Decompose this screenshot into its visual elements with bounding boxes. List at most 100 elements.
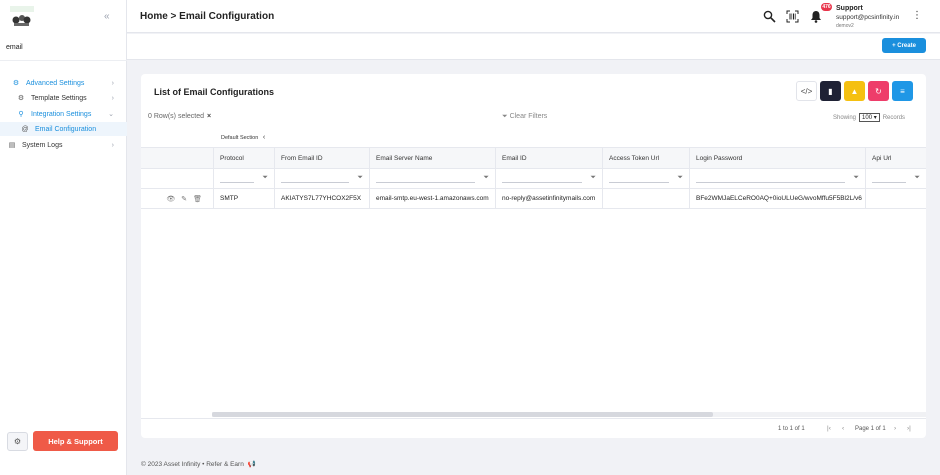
column-filter[interactable]: ⏷	[496, 169, 602, 189]
collapse-sidebar-icon[interactable]: «	[104, 11, 110, 22]
action-bar: + Create	[127, 34, 940, 60]
filter-icon[interactable]: ⏷	[590, 174, 596, 182]
column-filter[interactable]: ⏷	[370, 169, 495, 189]
table-cell	[866, 189, 926, 209]
breadcrumb: Home > Email Configuration	[140, 11, 275, 22]
alert-button[interactable]: ▲	[844, 81, 865, 101]
sidebar-item-system-logs[interactable]: ▤ System Logs ›	[0, 138, 127, 152]
edit-icon[interactable]: ✎	[181, 195, 187, 208]
actions-header	[141, 147, 213, 169]
rows-selected-text: 0 Row(s) selected	[148, 113, 205, 120]
records-label: Records	[882, 114, 906, 121]
column-settings-button[interactable]: ≡	[892, 81, 913, 101]
chevron-right-icon: ›	[111, 141, 114, 149]
copyright-text: © 2023 Asset Infinity • Refer & Earn	[141, 461, 244, 468]
pagination-bar: 1 to 1 of 1 |‹ ‹ Page 1 of 1 › ›|	[141, 418, 926, 438]
sidebar-item-label: Template Settings	[31, 94, 87, 102]
column-login-password: Login Password ⏷ BFe2WMJaELCeRO0AQ+0ioUL…	[690, 147, 866, 209]
sidebar-item-label: Integration Settings	[31, 110, 92, 118]
page-title: List of Email Configurations	[154, 87, 275, 97]
filter-icon[interactable]: ⏷	[357, 174, 363, 182]
prev-page-icon[interactable]: ‹	[842, 425, 844, 432]
export-document-button[interactable]: ▮	[820, 81, 841, 101]
clear-filters-button[interactable]: ⏷ Clear Filters	[502, 113, 547, 121]
pagination-range: 1 to 1 of 1	[778, 426, 805, 432]
at-icon: @	[21, 125, 29, 133]
rows-selected-indicator: 0 Row(s) selected ×	[148, 113, 211, 120]
table-cell: SMTP	[214, 189, 274, 209]
delete-icon[interactable]: 🗑	[193, 195, 202, 208]
column-header[interactable]: Login Password	[690, 147, 865, 169]
column-filter[interactable]: ⏷	[214, 169, 274, 189]
view-icon[interactable]: 👁	[166, 195, 175, 208]
column-email-server-name: Email Server Name ⏷ email-smtp.eu-west-1…	[370, 147, 496, 209]
user-email: support@pcsinfinity.in	[836, 14, 900, 21]
column-api-url: Api Url ⏷	[866, 147, 926, 209]
list-icon: ≡	[900, 86, 905, 96]
column-header[interactable]: Protocol	[214, 147, 274, 169]
default-section-toggle[interactable]: Default Section ‹	[221, 134, 265, 141]
chevron-right-icon: ›	[111, 79, 114, 87]
sidebar-item-email-configuration[interactable]: @ Email Configuration	[0, 122, 127, 136]
first-page-icon[interactable]: |‹	[827, 425, 831, 432]
help-support-button[interactable]: Help & Support	[33, 431, 118, 451]
sidebar-item-label: Email Configuration	[35, 125, 97, 133]
column-filter[interactable]: ⏷	[275, 169, 369, 189]
megaphone-icon[interactable]: 📢	[248, 461, 256, 468]
filter-icon[interactable]: ⏷	[262, 174, 268, 182]
sidebar-item-label: System Logs	[22, 141, 63, 149]
column-email-id: Email ID ⏷ no-reply@assetinfinitymails.c…	[496, 147, 603, 209]
scrollbar-thumb[interactable]	[212, 412, 713, 417]
filter-icon[interactable]: ⏷	[853, 174, 859, 182]
column-header[interactable]: Access Token Url	[603, 147, 689, 169]
filter-icon[interactable]: ⏷	[914, 174, 920, 182]
horizontal-scrollbar[interactable]	[212, 412, 926, 417]
sidebar-item-integration-settings[interactable]: ⚲ Integration Settings ⌄	[0, 107, 127, 121]
sidebar-item-advanced-settings[interactable]: ⚙ Advanced Settings ›	[0, 76, 127, 90]
search-icon[interactable]	[762, 9, 776, 23]
column-header[interactable]: Email ID	[496, 147, 602, 169]
clear-filters-label: Clear Filters	[509, 113, 548, 120]
column-header[interactable]: Email Server Name	[370, 147, 495, 169]
last-page-icon[interactable]: ›|	[907, 425, 911, 432]
page-size-control: Showing 100 ▾ Records	[833, 113, 905, 122]
gear-icon: ⚙	[17, 95, 25, 102]
column-filter[interactable]: ⏷	[690, 169, 865, 189]
settings-cog-button[interactable]: ⚙	[7, 432, 28, 451]
filter-icon[interactable]: ⏷	[677, 174, 683, 182]
barcode-scan-icon[interactable]	[785, 9, 799, 23]
actions-filter-cell	[141, 169, 213, 189]
sidebar-divider	[0, 60, 127, 61]
cogs-icon: ⚙	[13, 437, 22, 446]
company-logo	[10, 6, 34, 28]
code-view-button[interactable]: </>	[796, 81, 817, 101]
bell-icon[interactable]	[809, 9, 823, 23]
row-actions: 👁 ✎ 🗑	[141, 189, 213, 209]
link-icon: ⚲	[18, 111, 24, 118]
table-cell: AKIATYS7L77YHCOX2F5X	[275, 189, 369, 209]
column-filter[interactable]: ⏷	[603, 169, 689, 189]
page-indicator: Page 1 of 1	[855, 426, 886, 432]
column-filter[interactable]: ⏷	[866, 169, 926, 189]
create-button[interactable]: + Create	[882, 38, 926, 53]
refresh-button[interactable]: ↻	[868, 81, 889, 101]
page-size-value: 100	[862, 115, 873, 121]
page-size-select[interactable]: 100 ▾	[859, 113, 880, 122]
column-from-email-id: From Email ID ⏷ AKIATYS7L77YHCOX2F5X	[275, 147, 370, 209]
filter-icon[interactable]: ⏷	[483, 174, 489, 182]
chevron-right-icon: ›	[111, 94, 114, 102]
user-name[interactable]: Support	[836, 5, 863, 12]
sidebar-item-template-settings[interactable]: ⚙ Template Settings ›	[0, 91, 127, 105]
footer-copyright: © 2023 Asset Infinity • Refer & Earn 📢	[141, 460, 256, 468]
cogs-icon: ⚙	[12, 80, 20, 87]
kebab-menu-icon[interactable]: ⋮	[912, 11, 922, 21]
next-page-icon[interactable]: ›	[894, 425, 896, 432]
table-cell: BFe2WMJaELCeRO0AQ+0ioULUeG/wvoMffu5F5Bl2…	[690, 189, 865, 209]
column-header[interactable]: From Email ID	[275, 147, 369, 169]
clear-selection-icon[interactable]: ×	[207, 113, 211, 120]
document-icon: ▮	[828, 86, 833, 96]
user-instance: demov2	[836, 23, 854, 29]
refresh-icon: ↻	[875, 86, 882, 96]
sidebar-search-input[interactable]: email	[6, 44, 23, 51]
column-header[interactable]: Api Url	[866, 147, 926, 169]
